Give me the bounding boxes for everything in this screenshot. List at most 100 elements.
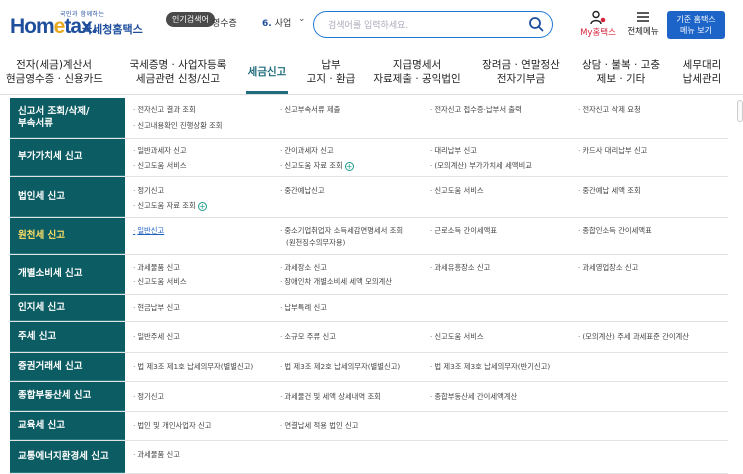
submenu-link[interactable]: · 신고도움 서비스 — [133, 160, 187, 172]
submenu-link[interactable]: · 소규모 주류 신고 — [280, 331, 336, 343]
submenu-link-active[interactable]: · 일반신고 — [133, 225, 164, 237]
submenu-link[interactable]: · 신고도움 서비스 — [133, 276, 187, 288]
submenu-link-text: 신고도움 자료 조회 — [137, 201, 196, 210]
submenu-link[interactable]: · 신고도움 자료 조회 + — [280, 160, 354, 172]
my-hometax-button[interactable]: My홈택스 — [578, 10, 618, 40]
category-withholding-tax[interactable]: 원천세 신고 — [10, 218, 125, 254]
submenu-link[interactable]: · 신고도움 서비스 — [430, 185, 484, 197]
submenu-link[interactable]: · 전자신고 삭제 요청 — [578, 104, 641, 116]
submenu-link-text: 대리납부 신고 — [434, 146, 477, 155]
submenu-link[interactable]: · 일반주세 신고 — [133, 331, 180, 343]
submenu-link[interactable]: · 전자신고 결과 조회 — [133, 104, 196, 116]
submenu-link-text: 과세물품 신고 — [137, 263, 180, 272]
submenu-link-text: 과세장소 신고 — [284, 263, 327, 272]
submenu-row: 인지세 신고 · 현금납부 신고 · 납부특례 신고 — [10, 295, 728, 322]
chevron-down-icon[interactable]: ⌄ — [298, 14, 306, 24]
submenu-cells: · 일반주세 신고 · 소규모 주류 신고 · 신고도움 서비스 · (모의계산) 주세… — [125, 322, 728, 352]
submenu-link[interactable]: · 일반과세자 신고 — [133, 145, 187, 157]
plus-circle-icon[interactable]: + — [197, 202, 207, 211]
submenu-link[interactable]: · 신고내용확인 진행상황 조회 — [133, 120, 223, 132]
submenu-link-text: 신고내용확인 진행상황 조회 — [137, 121, 223, 130]
submenu-link[interactable]: · 과세물품 신고 — [133, 262, 180, 274]
submenu-link[interactable]: · 정기신고 — [133, 391, 164, 403]
nav-incentive[interactable]: 장려금 · 연말정산 전자기부금 — [476, 58, 566, 86]
submenu-link[interactable]: · 납부특례 신고 — [280, 302, 327, 314]
submenu-link-text: 신고도움 자료 조회 — [284, 161, 343, 170]
category-returns-inquiry[interactable]: 신고서 조회/삭제/ 부속서류 — [10, 98, 125, 138]
tax-filing-submenu: 신고서 조회/삭제/ 부속서류 · 전자신고 결과 조회 · 신고부속서류 제출 ·… — [10, 98, 728, 474]
submenu-link[interactable]: · 신고도움 자료 조회 + — [133, 200, 207, 212]
submenu-link[interactable]: · (모의계산) 부가가치세 세액비교 — [430, 160, 532, 172]
nav-e-invoice[interactable]: 전자(세금)계산서 현금영수증 · 신용카드 — [6, 58, 103, 86]
submenu-link-text: 종합인소득 간이세액표 — [582, 226, 652, 235]
submenu-link[interactable]: · 종합부동산세 간이세액계산 — [430, 391, 517, 403]
submenu-link[interactable]: · 전자신고 접수증·납부서 출력 — [430, 104, 522, 116]
all-menu-button[interactable]: 전체메뉴 — [624, 10, 662, 40]
submenu-link[interactable]: · 현금납부 신고 — [133, 302, 180, 314]
submenu-link[interactable]: · 중간예납 세액 조회 — [578, 185, 641, 197]
search-placeholder: 검색어를 입력하세요. — [328, 21, 409, 31]
submenu-link[interactable]: · 대리납부 신고 — [430, 145, 477, 157]
submenu-link[interactable]: · 과세물건 및 세액 상세내역 조회 — [280, 391, 381, 403]
category-excise-tax[interactable]: 개별소비세 신고 — [10, 255, 125, 294]
submenu-link[interactable]: · 과세유흥장소 신고 — [430, 262, 490, 274]
submenu-link-text: 중간예납 세액 조회 — [582, 186, 641, 195]
submenu-link[interactable]: · 과세장소 신고 — [280, 262, 327, 274]
search-input[interactable]: 검색어를 입력하세요. — [313, 11, 553, 38]
category-liquor-tax[interactable]: 주세 신고 — [10, 322, 125, 352]
nav-payment-statement[interactable]: 지급명세서 자료제출 · 공익법인 — [372, 58, 462, 86]
submenu-link[interactable]: · 법 제3조 제1호 납세의무자(별별신고) — [133, 361, 253, 373]
category-transport-energy-env-tax[interactable]: 교통에너지환경세 신고 — [10, 441, 125, 473]
nav-label: 납부 — [321, 59, 341, 71]
nav-certificates[interactable]: 국세증명 · 사업자등록 세금관련 신청/신고 — [126, 58, 230, 86]
nav-payment[interactable]: 납부 고지 · 환급 — [300, 58, 362, 86]
submenu-link[interactable]: · 중간예납신고 — [280, 185, 325, 197]
submenu-cells: · 현금납부 신고 · 납부특례 신고 — [125, 295, 728, 321]
nav-tax-agent[interactable]: 세무대리 납세관리 — [674, 58, 730, 86]
nav-label: 장려금 · 연말정산 — [482, 59, 560, 71]
submenu-link[interactable]: · 과세영업장소 신고 — [578, 262, 638, 274]
submenu-link[interactable]: · 종합인소득 간이세액표 — [578, 225, 652, 237]
submenu-link[interactable]: · 연결납세 적용 법인 신고 — [280, 420, 358, 432]
submenu-link[interactable]: · 법 제3조 제2호 납세의무자(별별신고) — [280, 361, 400, 373]
plus-circle-icon[interactable]: + — [344, 162, 354, 171]
category-education-tax[interactable]: 교육세 신고 — [10, 412, 125, 440]
submenu-link-text: 중소기업취업자 소득세감면명세서 조회 — [284, 226, 404, 235]
submenu-cells: · 전자신고 결과 조회 · 신고부속서류 제출 · 전자신고 접수증·납부서 출력 … — [125, 98, 728, 138]
submenu-link[interactable]: · 정기신고 — [133, 185, 164, 197]
category-securities-tax[interactable]: 증권거래세 신고 — [10, 353, 125, 381]
submenu-link-text: 법 제3조 제2호 납세의무자(별별신고) — [284, 362, 401, 371]
submenu-cells: · 법인 및 개인사업자 신고 · 연결납세 적용 법인 신고 — [125, 412, 728, 440]
category-stamp-tax[interactable]: 인지세 신고 — [10, 295, 125, 321]
submenu-link[interactable]: · 신고부속서류 제출 — [280, 104, 340, 116]
nav-tax-filing[interactable]: 세금신고 — [246, 65, 288, 79]
submenu-cells: · 과세물품 신고 — [125, 441, 728, 473]
submenu-cells: · 일반과세자 신고 · 간이과세자 신고 · 대리납부 신고 · 카드사 대리납부 신… — [125, 139, 728, 176]
submenu-link-text: 현금납부 신고 — [137, 303, 180, 312]
submenu-link[interactable]: · 간이과세자 신고 — [280, 145, 334, 157]
submenu-link-text: 장애인차 개별소비세 세액 모의계산 — [284, 277, 392, 286]
submenu-link[interactable]: · 장애인차 개별소비세 세액 모의계산 — [280, 276, 392, 288]
standard-menu-view-button[interactable]: 기준 홈택스 메뉴 보기 — [667, 11, 725, 39]
submenu-link[interactable]: · 카드사 대리납부 신고 — [578, 145, 647, 157]
submenu-link[interactable]: · 근로소득 간이세액표 — [430, 225, 497, 237]
logo-korean-name: 국세청홈택스 — [82, 23, 143, 36]
category-vat[interactable]: 부가가치세 신고 — [10, 139, 125, 176]
nav-label: 전자(세금)계산서 — [16, 59, 92, 71]
submenu-link[interactable]: · 중소기업취업자 소득세감면명세서 조회 — [280, 225, 403, 237]
submenu-link[interactable]: · (모의계산) 주세 과세표준 간이계산 — [578, 331, 689, 343]
submenu-row: 신고서 조회/삭제/ 부속서류 · 전자신고 결과 조회 · 신고부속서류 제출 ·… — [10, 98, 728, 139]
search-icon[interactable] — [528, 16, 544, 32]
nav-consult[interactable]: 상담 · 불복 · 고충 제보 · 기타 — [576, 58, 666, 86]
popular-search-item[interactable]: 영수증 — [212, 16, 237, 29]
submenu-link-text: 전자신고 접수증·납부서 출력 — [434, 105, 522, 114]
submenu-link[interactable]: · 과세물품 신고 — [133, 449, 180, 461]
category-corporate-tax[interactable]: 법인세 신고 — [10, 177, 125, 217]
submenu-link[interactable]: · 법 제3조 제3호 납세의무자(반기신고) — [430, 361, 550, 373]
side-scroll-handle[interactable] — [737, 100, 743, 122]
submenu-link[interactable]: · 신고도움 서비스 — [430, 331, 484, 343]
submenu-link[interactable]: · 법인 및 개인사업자 신고 — [133, 420, 211, 432]
popular-search-ranked[interactable]: 6. 사업 — [262, 16, 291, 29]
category-comprehensive-property-tax[interactable]: 종합부동산세 신고 — [10, 382, 125, 411]
popular-rank-term: 사업 — [274, 19, 292, 29]
